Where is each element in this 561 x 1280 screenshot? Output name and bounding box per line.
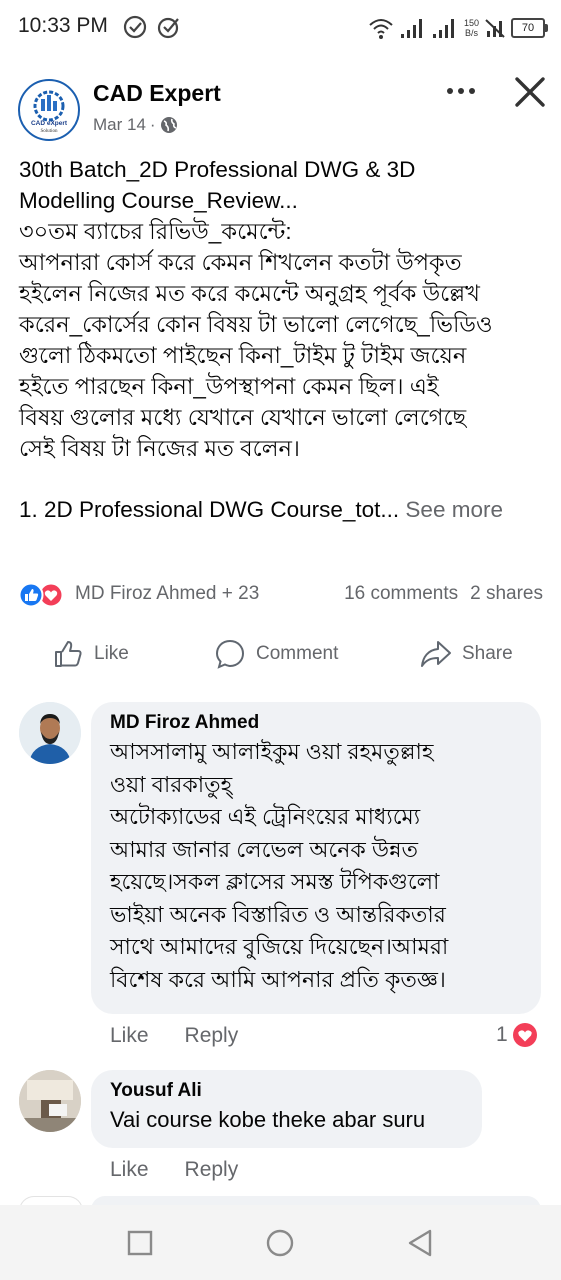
- close-icon[interactable]: [508, 70, 552, 114]
- page-avatar[interactable]: CAD eXpert Solution: [18, 79, 80, 141]
- comment-button[interactable]: Comment: [214, 638, 338, 670]
- commenter-name[interactable]: MD Firoz Ahmed: [110, 712, 541, 734]
- reaction-count-value: 1: [496, 1023, 508, 1046]
- share-icon: [421, 641, 451, 667]
- share-button[interactable]: Share: [420, 638, 513, 670]
- like-label: Like: [94, 643, 129, 664]
- post-line: ৩০তম ব্যাচের রিভিউ_কমেন্টে:: [19, 219, 292, 244]
- comment-bubble[interactable]: MD Firoz Ahmed আসসালামু আলাইকুম ওয়া রহম…: [91, 702, 541, 1014]
- reactions-summary[interactable]: MD Firoz Ahmed + 23 16 comments 2 shares: [18, 580, 543, 610]
- like-icon: [55, 641, 82, 667]
- like-button[interactable]: Like: [52, 638, 129, 670]
- share-label: Share: [462, 643, 513, 664]
- comment-icon: [215, 639, 245, 669]
- see-more-link[interactable]: See more: [405, 497, 503, 522]
- comment-line: ভাইয়া অনেক বিস্তারিত ও আন্তরিকতার: [110, 901, 446, 927]
- recent-apps-button[interactable]: [122, 1225, 158, 1261]
- post-action-bar: Like Comment Share: [0, 632, 561, 678]
- home-button[interactable]: [262, 1225, 298, 1261]
- globe-icon: [160, 117, 177, 133]
- check-circle-icon: [157, 17, 179, 39]
- commenter-avatar[interactable]: [19, 1070, 81, 1132]
- cad-expert-logo: CAD eXpert Solution: [31, 90, 68, 134]
- share-count[interactable]: 2 shares: [470, 583, 543, 605]
- commenter-name[interactable]: Yousuf Ali: [110, 1080, 482, 1102]
- network-speed-value: 150: [463, 18, 479, 28]
- network-speed: 150 B/s: [464, 18, 479, 38]
- post-line: হইলেন নিজের মত করে কমেন্টে অনুগ্রহ পূর্ব…: [19, 281, 480, 306]
- avatar-photo: [19, 702, 81, 764]
- network-speed-unit: B/s: [464, 28, 478, 38]
- post-line: গুলো ঠিকমতো পাইছেন কিনা_টাইম টু টাইম জয়…: [19, 343, 467, 368]
- reaction-icons: [18, 582, 64, 608]
- signal-icon: [432, 19, 454, 38]
- comment-line: ওয়া বারকাতুহ্: [110, 771, 233, 797]
- comment-like-button[interactable]: Like: [110, 1158, 149, 1182]
- post-meta: Mar 14 ·: [93, 115, 178, 135]
- post-last-line: 1. 2D Professional DWG Course_tot... See…: [19, 494, 549, 525]
- system-nav-bar: [0, 1205, 561, 1280]
- comment-like-button[interactable]: Like: [110, 1024, 149, 1048]
- post-line: করেন_কোর্সের কোন বিষয় টা ভালো লেগেছে_ভি…: [19, 312, 493, 337]
- comment-line: বিশেষ করে আমি আপনার প্রতি কৃতজ্ঞ।: [110, 966, 446, 992]
- wifi-icon: [369, 19, 393, 39]
- comment-actions: Like Reply: [110, 1024, 238, 1048]
- post-line: হইতে পারছেন কিনা_উপস্থাপনা কেমন ছিল। এই: [19, 374, 439, 399]
- post-line: সেই বিষয় টা নিজের মত বলেন।: [19, 436, 300, 461]
- comment-reply-button[interactable]: Reply: [185, 1024, 239, 1048]
- engagement-counts: 16 comments 2 shares: [344, 583, 543, 605]
- comment-reply-button[interactable]: Reply: [185, 1158, 239, 1182]
- comment-line: আসসালামু আলাইকুম ওয়া রহমতুল্লাহ: [110, 739, 434, 764]
- post-date[interactable]: Mar 14: [93, 115, 146, 135]
- post-line: Modelling Course_Review...: [19, 188, 298, 213]
- no-signal-icon: [485, 19, 505, 38]
- meta-separator: ·: [149, 115, 156, 134]
- comment-line: Vai course kobe theke abar suru: [110, 1107, 426, 1132]
- more-options-icon[interactable]: [440, 76, 482, 106]
- comment-line: অটোক্যাডের এই ট্রেনিংয়ের মাধ্যম্যে: [110, 804, 421, 829]
- logo-text: CAD eXpert: [31, 120, 68, 127]
- avatar-photo: [19, 1070, 81, 1132]
- comment-line: হয়েছে।সকল ক্লাসের সমস্ত টপিকগুলো: [110, 869, 440, 894]
- logo-subtext: Solution: [41, 129, 58, 134]
- signal-icon: [400, 19, 422, 38]
- status-icons: 150 B/s 70: [368, 14, 548, 42]
- post-line: বিষয় গুলোর মধ্যে যেখানে যেখানে ভালো লেগ…: [19, 405, 467, 430]
- comment-line: আমার জানার লেভেল অনেক উন্নত: [110, 836, 419, 862]
- comment-text: আসসালামু আলাইকুম ওয়া রহমতুল্লাহ ওয়া বা…: [110, 736, 541, 996]
- like-reaction-icon: [18, 582, 44, 608]
- post-line-truncated: 1. 2D Professional DWG Course_tot...: [19, 497, 400, 522]
- post-line: আপনারা কোর্স করে কেমন শিখলেন কতটা উপকৃত: [19, 250, 462, 275]
- back-button[interactable]: [402, 1225, 438, 1261]
- comment-bubble[interactable]: Yousuf Ali Vai course kobe theke abar su…: [91, 1070, 482, 1148]
- comment-label: Comment: [256, 643, 339, 664]
- comment-text: Vai course kobe theke abar suru: [110, 1104, 482, 1137]
- comment-line: সাথে আমাদের বুজিয়ে দিয়েছেন।আমরা: [110, 934, 449, 959]
- comment-count[interactable]: 16 comments: [344, 583, 458, 605]
- comment-reaction-count[interactable]: 1: [496, 1022, 538, 1048]
- battery-icon: 70: [511, 18, 548, 38]
- check-circle-icon: [123, 15, 147, 39]
- post-line: 30th Batch_2D Professional DWG & 3D: [19, 157, 416, 182]
- post-author[interactable]: CAD Expert: [93, 80, 221, 107]
- comment-actions: Like Reply: [110, 1158, 238, 1182]
- reaction-names[interactable]: MD Firoz Ahmed + 23: [75, 583, 259, 605]
- status-time: 10:33 PM: [18, 14, 108, 37]
- status-bar: 10:33 PM 150 B/s 70: [0, 0, 561, 58]
- post-text: 30th Batch_2D Professional DWG & 3D Mode…: [19, 154, 549, 525]
- love-reaction-icon: [512, 1023, 537, 1047]
- commenter-avatar[interactable]: [19, 702, 81, 764]
